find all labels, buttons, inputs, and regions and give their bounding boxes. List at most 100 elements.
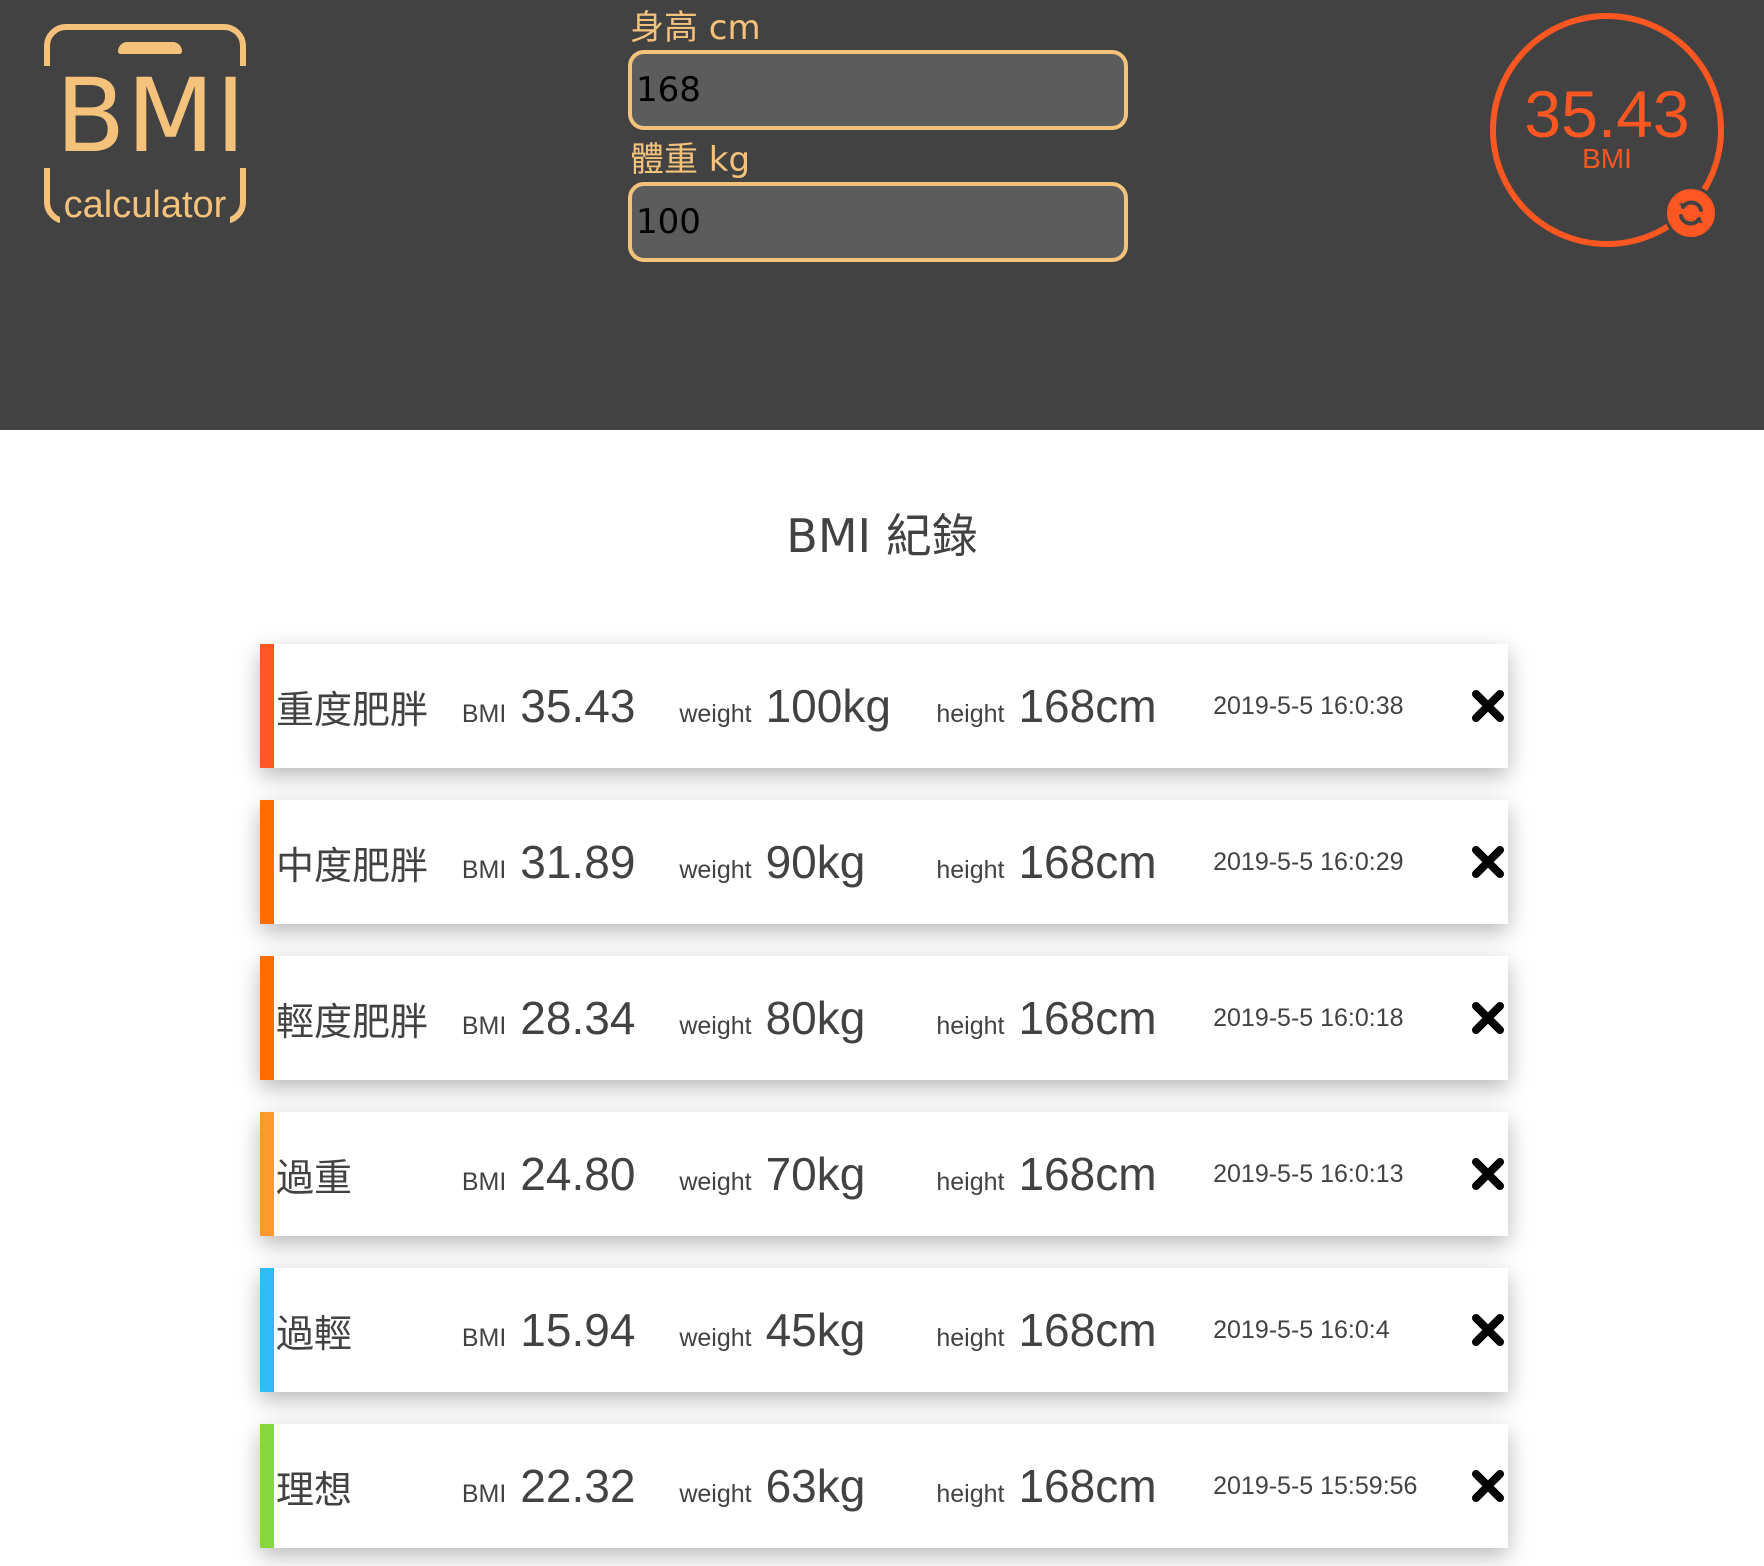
record-height-label: height [936,1012,1005,1040]
delete-record-button[interactable] [1468,1466,1508,1506]
record-height-value: 168cm [1018,1460,1157,1512]
record-bmi-label: BMI [461,856,507,884]
record-card: 理想 BMI 22.32 weight 63kg height 168cm 20… [260,1424,1508,1548]
record-weight: weight 63kg [679,1459,936,1513]
record-date: 2019-5-5 15:59:56 [1213,1471,1418,1500]
record-status: 理想 [276,1467,353,1512]
record-height-label: height [936,1324,1005,1352]
record-bmi-value: 31.89 [520,836,636,888]
delete-record-button[interactable] [1468,998,1508,1038]
record-bmi-value: 22.32 [520,1460,636,1512]
weight-label: 體重 kg [630,140,751,180]
record-row: 過重 BMI 24.80 weight 70kg height 168cm 20… [274,1112,1508,1236]
reset-button[interactable] [1664,186,1718,240]
record-height-value: 168cm [1018,1148,1157,1200]
record-height: height 168cm [936,991,1213,1045]
record-status: 輕度肥胖 [276,999,429,1044]
delete-record-button[interactable] [1468,1310,1508,1350]
record-status: 中度肥胖 [276,843,429,888]
close-icon [1472,1314,1505,1346]
record-status: 過輕 [276,1311,353,1356]
record-bmi: BMI 35.43 [462,679,679,733]
record-height-value: 168cm [1018,680,1157,732]
status-color-bar [260,1268,274,1392]
record-height-label: height [936,700,1005,728]
record-height: height 168cm [936,1459,1213,1513]
height-label: 身高 cm [630,8,761,48]
record-row: 輕度肥胖 BMI 28.34 weight 80kg height 168cm … [274,956,1508,1080]
record-weight: weight 45kg [679,1303,936,1357]
record-date: 2019-5-5 16:0:29 [1213,847,1404,876]
record-card: 過輕 BMI 15.94 weight 45kg height 168cm 20… [260,1268,1508,1392]
record-card: 輕度肥胖 BMI 28.34 weight 80kg height 168cm … [260,956,1508,1080]
record-weight-value: 63kg [765,1460,866,1512]
record-bmi-value: 15.94 [520,1304,636,1356]
record-row: 理想 BMI 22.32 weight 63kg height 168cm 20… [274,1424,1508,1548]
record-height-label: height [936,1480,1005,1508]
bmi-calculator-logo: BMI calculator [34,18,268,244]
record-weight: weight 70kg [679,1147,936,1201]
record-height-label: height [936,1168,1005,1196]
record-bmi-value: 24.80 [520,1148,636,1200]
record-card: 重度肥胖 BMI 35.43 weight 100kg height 168cm… [260,644,1508,768]
record-date: 2019-5-5 16:0:38 [1213,691,1404,720]
record-bmi-value: 28.34 [520,992,636,1044]
status-color-bar [260,800,274,924]
close-icon [1472,690,1505,722]
result-bmi-unit: BMI [1582,143,1632,174]
record-card: 過重 BMI 24.80 weight 70kg height 168cm 20… [260,1112,1508,1236]
record-bmi-value: 35.43 [520,680,636,732]
delete-record-button[interactable] [1468,1154,1508,1194]
record-bmi-label: BMI [461,1324,507,1352]
result-bmi-value: 35.43 [1524,77,1690,151]
header: BMI calculator 身高 cm 體重 kg 35.43 BMI [0,0,1764,430]
record-height: height 168cm [936,1303,1213,1357]
record-status: 過重 [276,1155,353,1200]
record-status: 重度肥胖 [276,687,429,732]
record-weight-value: 80kg [765,992,866,1044]
status-color-bar [260,644,274,768]
weight-input[interactable] [628,182,1128,262]
refresh-icon [1679,200,1703,226]
close-icon [1472,846,1505,878]
record-bmi: BMI 22.32 [462,1459,679,1513]
record-weight-label: weight [679,1012,752,1040]
record-bmi-label: BMI [461,700,507,728]
record-bmi: BMI 28.34 [462,991,679,1045]
record-bmi: BMI 15.94 [462,1303,679,1357]
record-weight-label: weight [679,856,752,884]
logo-subtitle: calculator [60,180,230,230]
record-row: 過輕 BMI 15.94 weight 45kg height 168cm 20… [274,1268,1508,1392]
close-icon [1472,1002,1505,1034]
logo-handle [118,42,182,54]
record-height-value: 168cm [1018,992,1157,1044]
status-color-bar [260,956,274,1080]
record-weight-value: 100kg [765,680,891,732]
record-date: 2019-5-5 16:0:13 [1213,1159,1404,1188]
records-title: BMI 紀錄 [786,509,978,563]
record-height: height 168cm [936,679,1213,733]
record-height: height 168cm [936,1147,1213,1201]
record-bmi-label: BMI [461,1480,507,1508]
record-bmi-label: BMI [461,1168,507,1196]
delete-record-button[interactable] [1468,686,1508,726]
record-weight: weight 90kg [679,835,936,889]
record-height-label: height [936,856,1005,884]
close-icon [1472,1470,1505,1502]
record-weight-label: weight [679,1168,752,1196]
status-color-bar [260,1424,274,1548]
record-height-value: 168cm [1018,836,1157,888]
record-height-value: 168cm [1018,1304,1157,1356]
delete-record-button[interactable] [1468,842,1508,882]
record-weight-label: weight [679,1324,752,1352]
status-color-bar [260,1112,274,1236]
record-row: 重度肥胖 BMI 35.43 weight 100kg height 168cm… [274,644,1508,768]
record-date: 2019-5-5 16:0:4 [1213,1315,1390,1344]
record-weight-label: weight [679,1480,752,1508]
record-weight-label: weight [679,700,752,728]
record-bmi: BMI 31.89 [462,835,679,889]
record-weight: weight 80kg [679,991,936,1045]
record-weight: weight 100kg [679,679,936,733]
record-weight-value: 70kg [765,1148,866,1200]
height-input[interactable] [628,50,1128,130]
